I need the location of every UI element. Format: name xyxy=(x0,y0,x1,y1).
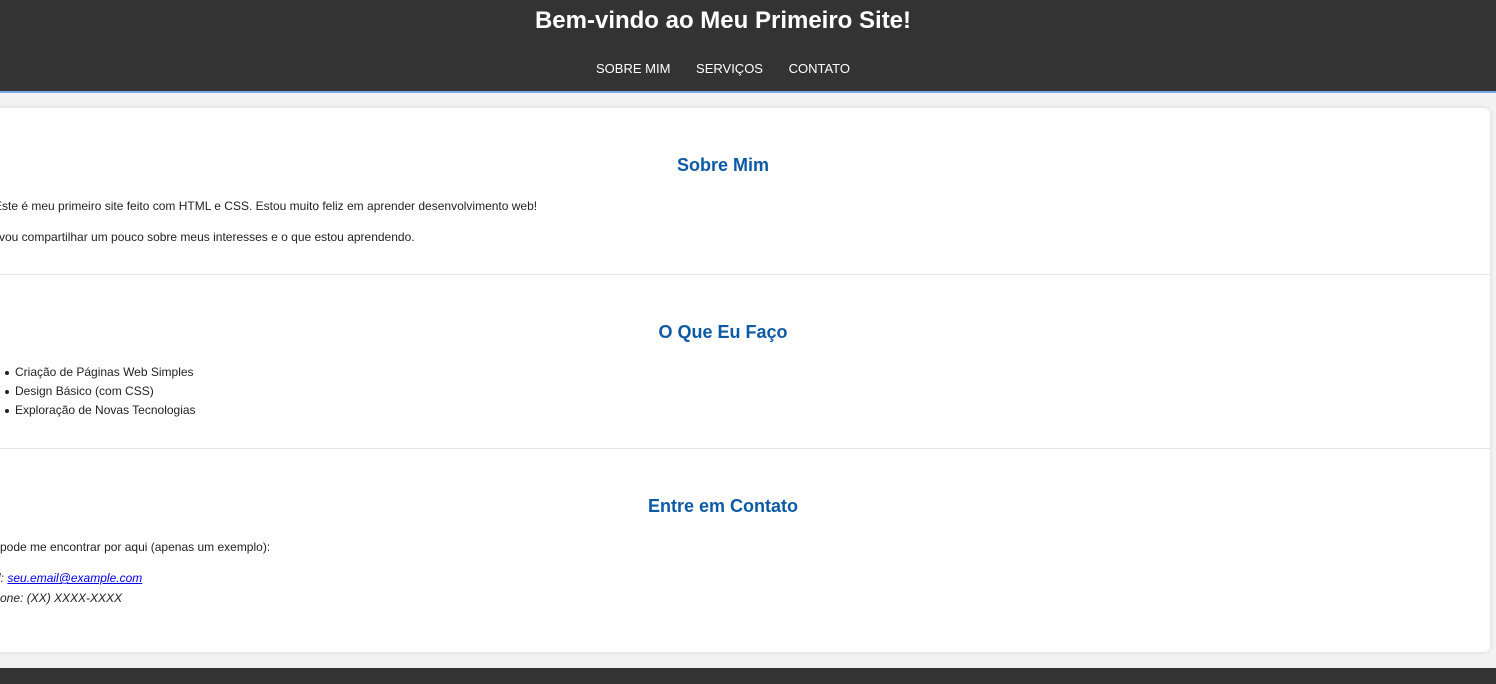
nav-link-contato[interactable]: CONTATO xyxy=(789,61,850,76)
about-paragraph-1: Este é meu primeiro site feito com HTML … xyxy=(0,199,538,213)
services-heading: O Que Eu Faço xyxy=(658,322,788,342)
services-list: Criação de Páginas Web Simples Design Bá… xyxy=(0,363,196,420)
main-nav: SOBRE MIM SERVIÇOS CONTATO xyxy=(0,60,1446,77)
contact-heading: Entre em Contato xyxy=(647,496,798,516)
nav-link-sobre-mim[interactable]: SOBRE MIM xyxy=(596,61,670,76)
about-section: Sobre Mim Este é meu primeiro site feito… xyxy=(0,108,1490,274)
contact-section: Entre em Contato pode me encontrar por a… xyxy=(0,449,1490,652)
nav-link-servicos[interactable]: SERVIÇOS xyxy=(696,61,763,76)
site-title: Bem-vindo ao Meu Primeiro Site! xyxy=(534,7,912,34)
email-link[interactable]: seu.email@example.com xyxy=(7,571,142,585)
list-item: Criação de Páginas Web Simples xyxy=(0,363,196,382)
about-heading: Sobre Mim xyxy=(676,155,769,175)
list-item: Exploração de Novas Tecnologias xyxy=(0,401,196,420)
contact-phone-line: one: (XX) XXXX-XXXX xyxy=(0,591,123,605)
site-header: Bem-vindo ao Meu Primeiro Site! SOBRE MI… xyxy=(0,0,1496,93)
main-content: Sobre Mim Este é meu primeiro site feito… xyxy=(0,108,1490,652)
site-footer xyxy=(0,668,1496,684)
about-paragraph-2: vou compartilhar um pouco sobre meus int… xyxy=(0,230,415,244)
list-item: Design Básico (com CSS) xyxy=(0,382,196,401)
services-section: O Que Eu Faço Criação de Páginas Web Sim… xyxy=(0,275,1490,448)
contact-intro: pode me encontrar por aqui (apenas um ex… xyxy=(0,540,271,554)
contact-email-line: l: seu.email@example.com xyxy=(0,570,142,586)
